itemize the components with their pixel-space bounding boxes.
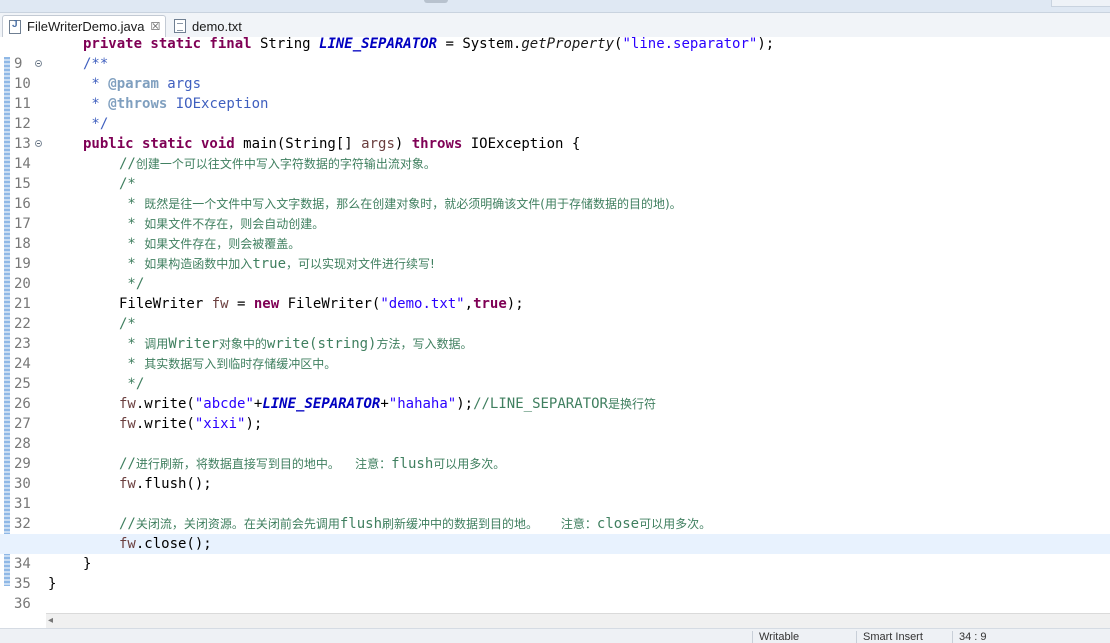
code-line[interactable]: 23 /* <box>0 314 1110 352</box>
status-insert-mode: Smart Insert <box>856 631 923 643</box>
code-line[interactable]: 14 public static void main(String[] args… <box>0 134 1110 172</box>
eclipse-editor-window: FileWriterDemo.java ☒ demo.txt 9 private… <box>0 0 1110 643</box>
code-line[interactable]: 11 * @param args <box>0 74 1110 112</box>
code-line[interactable]: 9 private static final String LINE_SEPAR… <box>0 37 1110 72</box>
code-line[interactable]: 32 <box>0 494 1110 532</box>
fold-collapse-icon[interactable] <box>35 140 42 147</box>
code-line[interactable]: 27 fw.write("abcde"+LINE_SEPARATOR+"haha… <box>0 394 1110 432</box>
code-line[interactable]: 15 //创建一个可以往文件中写入字符数据的字符输出流对象。 <box>0 154 1110 192</box>
code-line[interactable]: 18 * 如果文件不存在，则会自动创建。 <box>0 214 1110 252</box>
code-line[interactable]: 36 } <box>0 574 1110 612</box>
text-file-icon <box>174 19 186 33</box>
close-tab-icon[interactable]: ☒ <box>151 20 161 33</box>
code-line[interactable]: 26 */ <box>0 374 1110 412</box>
window-top-strip <box>0 0 1110 13</box>
code-line[interactable]: 12 * @throws IOException <box>0 94 1110 132</box>
code-line[interactable]: 25 * 其实数据写入到临时存储缓冲区中。 <box>0 354 1110 392</box>
tab-label: FileWriterDemo.java <box>27 19 145 34</box>
code-line[interactable]: 37 <box>0 594 1110 614</box>
code-line[interactable]: 30 //进行刷新，将数据直接写到目的地中。 注意：flush可以用多次。 <box>0 454 1110 492</box>
horizontal-scrollbar[interactable]: ◂ <box>46 613 1110 628</box>
code-line[interactable]: 21 */ <box>0 274 1110 312</box>
code-line[interactable]: 19 * 如果文件存在，则会被覆盖。 <box>0 234 1110 272</box>
line-number: 37 <box>14 614 40 615</box>
window-notch <box>424 0 448 3</box>
code-line[interactable]: 10 /** <box>0 54 1110 92</box>
code-line[interactable]: 35 } <box>0 554 1110 592</box>
status-cursor-position: 34 : 9 <box>952 631 987 643</box>
editor-tab-bar: FileWriterDemo.java ☒ demo.txt <box>0 13 1110 38</box>
code-line[interactable]: 16 /* <box>0 174 1110 212</box>
current-code-line[interactable]: 34 fw.close(); <box>0 534 1110 572</box>
code-line[interactable]: 22 FileWriter fw = new FileWriter("demo.… <box>0 294 1110 332</box>
scroll-left-icon[interactable]: ◂ <box>48 615 53 626</box>
code-line[interactable]: 33 //关闭流，关闭资源。在关闭前会先调用flush刷新缓冲中的数据到目的地。… <box>0 514 1110 552</box>
window-corner-control[interactable] <box>1051 0 1110 7</box>
status-writable: Writable <box>752 631 799 643</box>
tab-label: demo.txt <box>192 18 242 34</box>
code-line[interactable]: 31 fw.flush(); <box>0 474 1110 512</box>
code-line[interactable]: 13 */ <box>0 114 1110 152</box>
fold-collapse-icon[interactable] <box>35 60 42 67</box>
status-bar: Writable Smart Insert 34 : 9 <box>0 628 1110 643</box>
code-line[interactable]: 29 <box>0 434 1110 472</box>
code-editor[interactable]: 9 private static final String LINE_SEPAR… <box>0 37 1110 615</box>
code-line[interactable]: 28 fw.write("xixi"); <box>0 414 1110 452</box>
code-line[interactable]: 20 * 如果构造函数中加入true，可以实现对文件进行续写! <box>0 254 1110 292</box>
code-line[interactable]: 24 * 调用Writer对象中的write(string)方法，写入数据。 <box>0 334 1110 372</box>
java-file-icon <box>9 19 21 34</box>
code-line[interactable]: 17 * 既然是往一个文件中写入文字数据，那么在创建对象时，就必须明确该文件(用… <box>0 194 1110 232</box>
tab-filewriterdemo-java[interactable]: FileWriterDemo.java ☒ <box>2 15 166 37</box>
tab-demo-txt[interactable]: demo.txt <box>168 15 252 37</box>
